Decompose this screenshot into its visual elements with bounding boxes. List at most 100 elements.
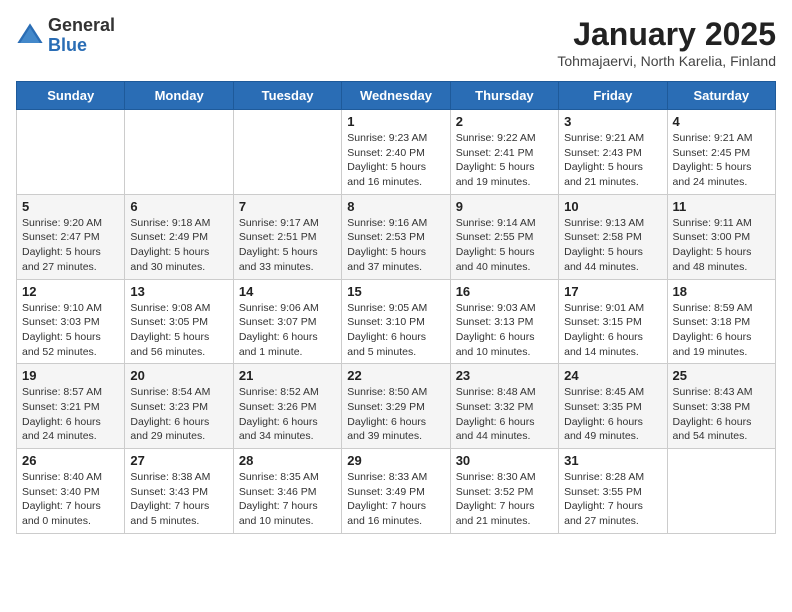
day-info: Sunrise: 9:08 AMSunset: 3:05 PMDaylight:… (130, 301, 227, 360)
day-cell: 14 Sunrise: 9:06 AMSunset: 3:07 PMDayligh… (233, 279, 341, 364)
day-cell: 22 Sunrise: 8:50 AMSunset: 3:29 PMDayligh… (342, 364, 450, 449)
day-info: Sunrise: 9:18 AMSunset: 2:49 PMDaylight:… (130, 216, 227, 275)
day-info: Sunrise: 8:28 AMSunset: 3:55 PMDaylight:… (564, 470, 661, 529)
day-info: Sunrise: 9:21 AMSunset: 2:45 PMDaylight:… (673, 131, 770, 190)
day-number: 31 (564, 453, 661, 468)
day-number: 6 (130, 199, 227, 214)
day-cell: 6 Sunrise: 9:18 AMSunset: 2:49 PMDaylight… (125, 194, 233, 279)
day-cell (667, 449, 775, 534)
day-number: 27 (130, 453, 227, 468)
day-cell: 12 Sunrise: 9:10 AMSunset: 3:03 PMDayligh… (17, 279, 125, 364)
day-number: 26 (22, 453, 119, 468)
weekday-header-wednesday: Wednesday (342, 82, 450, 110)
day-number: 8 (347, 199, 444, 214)
day-number: 17 (564, 284, 661, 299)
day-number: 11 (673, 199, 770, 214)
day-info: Sunrise: 9:11 AMSunset: 3:00 PMDaylight:… (673, 216, 770, 275)
day-cell: 20Sunrise: 8:54 AMSunset: 3:23 PMDayligh… (125, 364, 233, 449)
day-cell: 3Sunrise: 9:21 AMSunset: 2:43 PMDaylight… (559, 110, 667, 195)
week-row-1: 1 Sunrise: 9:23 AMSunset: 2:40 PMDaylight… (17, 110, 776, 195)
day-number: 18 (673, 284, 770, 299)
weekday-header-tuesday: Tuesday (233, 82, 341, 110)
day-number: 1 (347, 114, 444, 129)
day-cell (17, 110, 125, 195)
day-info: Sunrise: 8:40 AMSunset: 3:40 PMDaylight:… (22, 470, 119, 529)
day-number: 24 (564, 368, 661, 383)
day-number: 10 (564, 199, 661, 214)
weekday-header-saturday: Saturday (667, 82, 775, 110)
day-number: 21 (239, 368, 336, 383)
day-number: 15 (347, 284, 444, 299)
weekday-header-thursday: Thursday (450, 82, 558, 110)
day-number: 4 (673, 114, 770, 129)
day-info: Sunrise: 8:38 AMSunset: 3:43 PMDaylight:… (130, 470, 227, 529)
weekday-header-sunday: Sunday (17, 82, 125, 110)
day-info: Sunrise: 9:01 AMSunset: 3:15 PMDaylight:… (564, 301, 661, 360)
day-number: 14 (239, 284, 336, 299)
day-number: 13 (130, 284, 227, 299)
day-info: Sunrise: 9:10 AMSunset: 3:03 PMDaylight:… (22, 301, 119, 360)
day-info: Sunrise: 8:45 AMSunset: 3:35 PMDaylight:… (564, 385, 661, 444)
day-number: 30 (456, 453, 553, 468)
day-cell: 17 Sunrise: 9:01 AMSunset: 3:15 PMDayligh… (559, 279, 667, 364)
day-cell: 21 Sunrise: 8:52 AMSunset: 3:26 PMDayligh… (233, 364, 341, 449)
day-number: 12 (22, 284, 119, 299)
day-number: 2 (456, 114, 553, 129)
day-cell: 25 Sunrise: 8:43 AMSunset: 3:38 PMDayligh… (667, 364, 775, 449)
calendar: SundayMondayTuesdayWednesdayThursdayFrid… (16, 81, 776, 534)
week-row-4: 19Sunrise: 8:57 AMSunset: 3:21 PMDayligh… (17, 364, 776, 449)
day-info: Sunrise: 9:14 AMSunset: 2:55 PMDaylight:… (456, 216, 553, 275)
day-info: Sunrise: 8:43 AMSunset: 3:38 PMDaylight:… (673, 385, 770, 444)
day-cell: 27 Sunrise: 8:38 AMSunset: 3:43 PMDayligh… (125, 449, 233, 534)
day-number: 16 (456, 284, 553, 299)
day-cell: 23 Sunrise: 8:48 AMSunset: 3:32 PMDayligh… (450, 364, 558, 449)
weekday-header-monday: Monday (125, 82, 233, 110)
month-title: January 2025 (557, 16, 776, 53)
day-cell: 5 Sunrise: 9:20 AMSunset: 2:47 PMDaylight… (17, 194, 125, 279)
day-info: Sunrise: 9:06 AMSunset: 3:07 PMDaylight:… (239, 301, 336, 360)
day-info: Sunrise: 9:20 AMSunset: 2:47 PMDaylight:… (22, 216, 119, 275)
day-cell (233, 110, 341, 195)
day-number: 25 (673, 368, 770, 383)
day-cell: 10 Sunrise: 9:13 AMSunset: 2:58 PMDayligh… (559, 194, 667, 279)
day-number: 22 (347, 368, 444, 383)
day-info: Sunrise: 9:13 AMSunset: 2:58 PMDaylight:… (564, 216, 661, 275)
day-cell: 15 Sunrise: 9:05 AMSunset: 3:10 PMDayligh… (342, 279, 450, 364)
logo-icon (16, 22, 44, 50)
location-title: Tohmajaervi, North Karelia, Finland (557, 53, 776, 69)
day-info: Sunrise: 8:48 AMSunset: 3:32 PMDaylight:… (456, 385, 553, 444)
logo-blue: Blue (48, 36, 115, 56)
day-info: Sunrise: 8:54 AMSunset: 3:23 PMDaylight:… (130, 385, 227, 444)
day-info: Sunrise: 8:33 AMSunset: 3:49 PMDaylight:… (347, 470, 444, 529)
day-cell: 28Sunrise: 8:35 AMSunset: 3:46 PMDayligh… (233, 449, 341, 534)
day-cell: 31 Sunrise: 8:28 AMSunset: 3:55 PMDayligh… (559, 449, 667, 534)
day-cell: 19Sunrise: 8:57 AMSunset: 3:21 PMDayligh… (17, 364, 125, 449)
day-number: 19 (22, 368, 119, 383)
day-cell: 7Sunrise: 9:17 AMSunset: 2:51 PMDaylight… (233, 194, 341, 279)
day-cell: 1 Sunrise: 9:23 AMSunset: 2:40 PMDaylight… (342, 110, 450, 195)
day-number: 5 (22, 199, 119, 214)
day-number: 7 (239, 199, 336, 214)
day-cell: 30Sunrise: 8:30 AMSunset: 3:52 PMDayligh… (450, 449, 558, 534)
logo-general: General (48, 16, 115, 36)
logo-text: General Blue (48, 16, 115, 56)
day-number: 23 (456, 368, 553, 383)
day-cell: 11 Sunrise: 9:11 AMSunset: 3:00 PMDayligh… (667, 194, 775, 279)
day-info: Sunrise: 9:23 AMSunset: 2:40 PMDaylight:… (347, 131, 444, 190)
day-info: Sunrise: 9:05 AMSunset: 3:10 PMDaylight:… (347, 301, 444, 360)
page-header: General Blue January 2025 Tohmajaervi, N… (16, 16, 776, 69)
logo: General Blue (16, 16, 115, 56)
week-row-2: 5 Sunrise: 9:20 AMSunset: 2:47 PMDaylight… (17, 194, 776, 279)
day-info: Sunrise: 8:52 AMSunset: 3:26 PMDaylight:… (239, 385, 336, 444)
day-info: Sunrise: 8:50 AMSunset: 3:29 PMDaylight:… (347, 385, 444, 444)
week-row-5: 26 Sunrise: 8:40 AMSunset: 3:40 PMDayligh… (17, 449, 776, 534)
day-cell: 29 Sunrise: 8:33 AMSunset: 3:49 PMDayligh… (342, 449, 450, 534)
day-cell: 18Sunrise: 8:59 AMSunset: 3:18 PMDayligh… (667, 279, 775, 364)
day-cell (125, 110, 233, 195)
day-cell: 26 Sunrise: 8:40 AMSunset: 3:40 PMDayligh… (17, 449, 125, 534)
day-cell: 9Sunrise: 9:14 AMSunset: 2:55 PMDaylight… (450, 194, 558, 279)
day-cell: 4 Sunrise: 9:21 AMSunset: 2:45 PMDaylight… (667, 110, 775, 195)
day-number: 29 (347, 453, 444, 468)
day-cell: 2Sunrise: 9:22 AMSunset: 2:41 PMDaylight… (450, 110, 558, 195)
day-info: Sunrise: 9:21 AMSunset: 2:43 PMDaylight:… (564, 131, 661, 190)
